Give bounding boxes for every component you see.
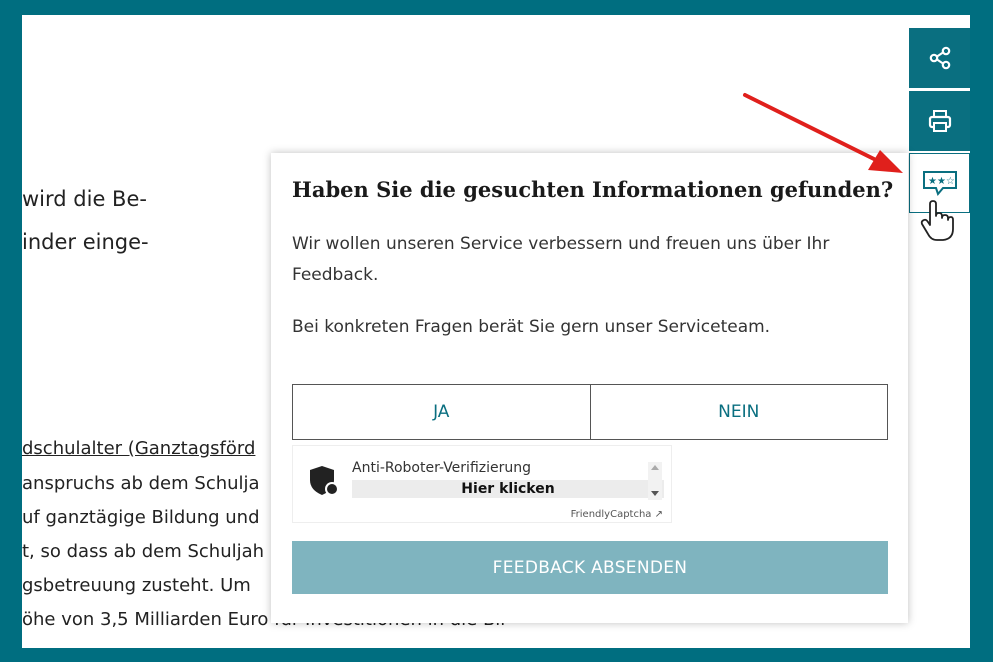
- no-button[interactable]: NEIN: [589, 385, 888, 439]
- background-text-row: t, so dass ab dem Schuljah: [22, 541, 265, 562]
- feedback-intro: Wir wollen unseren Service verbessern un…: [292, 234, 830, 285]
- submit-feedback-button[interactable]: FEEDBACK ABSENDEN: [292, 541, 888, 594]
- print-button[interactable]: [909, 91, 970, 151]
- captcha-start-button[interactable]: Hier klicken: [352, 480, 664, 498]
- background-text-line: inder einge-: [22, 230, 149, 254]
- background-text-line: wird die Be-: [22, 187, 147, 211]
- printer-icon: [928, 110, 951, 132]
- yes-no-choice: JA NEIN: [292, 384, 888, 440]
- captcha-title: Anti-Roboter-Verifizierung: [352, 460, 531, 476]
- yes-button[interactable]: JA: [293, 385, 590, 439]
- feedback-panel: Haben Sie die gesuchten Informationen ge…: [271, 153, 908, 623]
- feedback-title: Haben Sie die gesuchten Informationen ge…: [292, 177, 894, 202]
- page-content: wird die Be- inder einge- dschulalter (G…: [22, 15, 970, 648]
- hand-cursor-icon: [920, 200, 954, 241]
- background-text-row: uf ganztägige Bildung und: [22, 507, 260, 528]
- rating-stars-icon: ★★☆: [922, 171, 957, 197]
- background-text-row: gsbetreuung zusteht. Um: [22, 575, 251, 596]
- service-note: Bei konkreten Fragen berät Sie gern unse…: [292, 317, 771, 337]
- shield-icon: [310, 466, 339, 496]
- share-button[interactable]: [909, 28, 970, 88]
- captcha-widget: Anti-Roboter-Verifizierung Hier klicken …: [292, 445, 672, 523]
- captcha-scrollbar[interactable]: [648, 462, 662, 500]
- background-link[interactable]: dschulalter (Ganztagsförd: [22, 438, 255, 459]
- svg-text:★★☆: ★★☆: [928, 176, 955, 187]
- share-icon: [929, 46, 950, 70]
- background-text-row: anspruchs ab dem Schulja: [22, 473, 260, 494]
- captcha-brand-link[interactable]: FriendlyCaptcha ↗: [571, 509, 663, 520]
